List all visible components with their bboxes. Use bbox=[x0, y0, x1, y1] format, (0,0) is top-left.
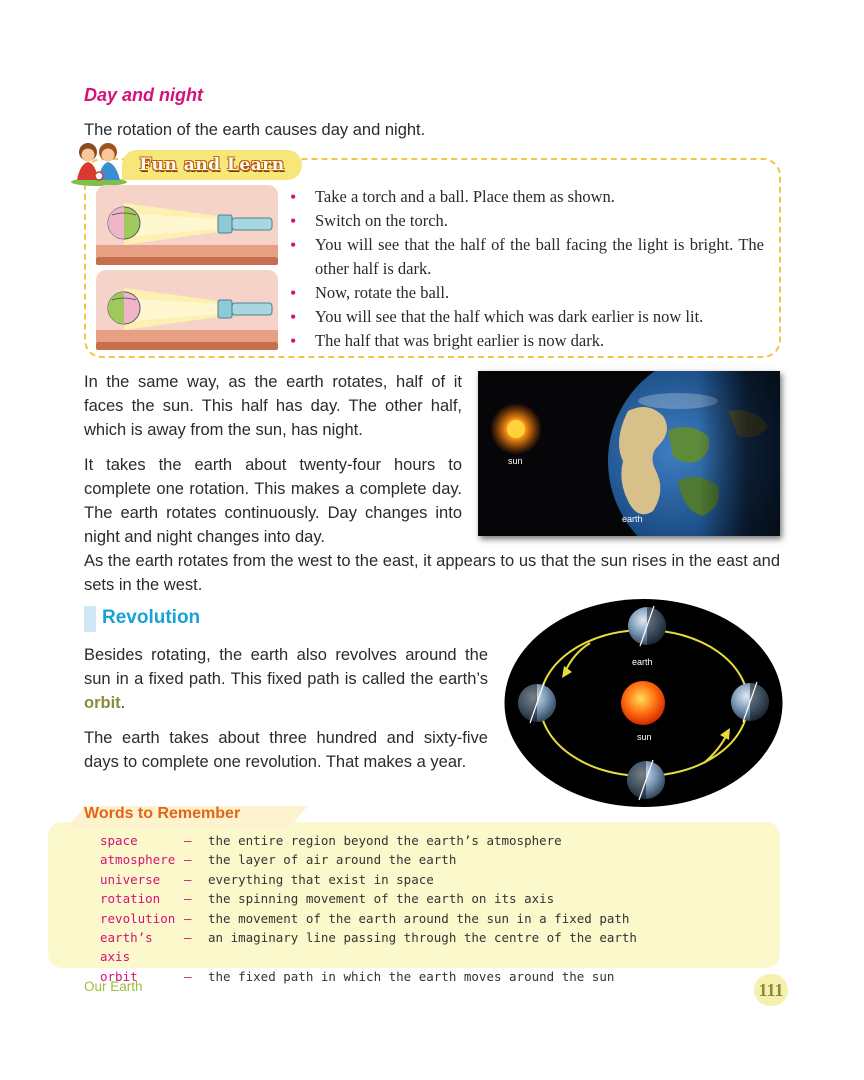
paragraph-east-west: As the earth rotates from the west to th… bbox=[84, 552, 780, 594]
paragraph-year: The earth takes about three hundred and … bbox=[84, 729, 488, 771]
word-term: atmosphere bbox=[100, 852, 176, 868]
earth-orbit-diagram: earth sun bbox=[504, 599, 783, 807]
page-number: 111 bbox=[754, 974, 788, 1006]
orbit-term: orbit bbox=[84, 694, 121, 712]
diagram-sun-label: sun bbox=[637, 732, 652, 742]
paragraph-rotation-day-night: In the same way, as the earth rotates, h… bbox=[84, 373, 462, 439]
word-dash: – bbox=[184, 871, 192, 887]
word-row: atmosphere – the layer of air around the e… bbox=[100, 850, 637, 869]
photo-sun-label: sun bbox=[508, 456, 523, 466]
kids-illustration-icon bbox=[71, 143, 127, 186]
paragraph-revolution: Besides rotating, the earth also revolve… bbox=[84, 643, 488, 715]
word-definition: the fixed path in which the earth moves … bbox=[208, 968, 615, 984]
word-dash: – bbox=[184, 891, 192, 907]
diagram-earth-label: earth bbox=[632, 657, 653, 667]
fun-item-2: Switch on the torch. bbox=[290, 209, 764, 233]
day-night-heading: Day and night bbox=[84, 85, 204, 105]
word-definition: the entire region beyond the earth’s atm… bbox=[208, 833, 562, 848]
fun-and-learn-list: Take a torch and a ball. Place them as s… bbox=[290, 185, 764, 353]
word-definition: the movement of the earth around the sun… bbox=[208, 910, 630, 926]
fun-item-1: Take a torch and a ball. Place them as s… bbox=[290, 185, 764, 209]
word-definition: the layer of air around the earth bbox=[208, 852, 457, 868]
word-dash: – bbox=[184, 968, 192, 984]
fun-item-3: You will see that the half of the ball f… bbox=[290, 233, 764, 281]
word-term: space bbox=[100, 833, 138, 848]
word-row: earth’s axis – an imaginary line passing t… bbox=[100, 928, 637, 967]
sun-earth-photo: sun earth bbox=[478, 371, 780, 536]
paragraph-twenty-four-hours: It takes the earth about twenty-four hou… bbox=[84, 456, 462, 546]
word-definition: everything that exist in space bbox=[208, 871, 434, 887]
words-to-remember-heading: Words to Remember bbox=[84, 805, 241, 822]
revolution-heading: Revolution bbox=[102, 607, 201, 628]
word-dash: – bbox=[184, 852, 192, 868]
word-row: space – the entire region beyond the earth… bbox=[100, 831, 637, 850]
fun-item-6: The half that was bright earlier is now … bbox=[290, 329, 764, 353]
photo-earth-label: earth bbox=[622, 514, 643, 524]
word-row: revolution – the movement of the earth aro… bbox=[100, 909, 637, 928]
revolution-text-start: Besides rotating, the earth also revolve… bbox=[84, 646, 488, 688]
word-term: universe bbox=[100, 871, 161, 887]
word-row: orbit – the fixed path in which the earth … bbox=[100, 967, 637, 986]
word-row: rotation – the spinning movement of the ea… bbox=[100, 889, 637, 908]
fun-and-learn-title: Fun and Learn bbox=[139, 155, 285, 175]
fun-item-4: Now, rotate the ball. bbox=[290, 281, 764, 305]
torch-ball-illustration-2 bbox=[96, 270, 278, 350]
footer-chapter-name: Our Earth bbox=[84, 979, 143, 994]
torch-ball-illustration-1 bbox=[96, 185, 278, 265]
word-definition: the spinning movement of the earth on it… bbox=[208, 891, 555, 907]
words-to-remember-list: space – the entire region beyond the earth… bbox=[100, 831, 637, 986]
word-term: rotation bbox=[100, 891, 161, 907]
word-term: earth’s axis bbox=[100, 930, 153, 965]
intro-sentence: The rotation of the earth causes day and… bbox=[84, 121, 426, 139]
word-dash: – bbox=[184, 910, 192, 926]
fun-item-5: You will see that the half which was dar… bbox=[290, 305, 764, 329]
fun-and-learn-tag: Fun and Learn bbox=[122, 150, 302, 180]
word-dash: – bbox=[184, 930, 192, 946]
revolution-heading-bar bbox=[84, 606, 96, 632]
word-definition: an imaginary line passing through the ce… bbox=[208, 930, 637, 946]
word-row: universe – everything that exist in space bbox=[100, 870, 637, 889]
revolution-text-end: . bbox=[120, 694, 126, 712]
word-term: revolution bbox=[100, 910, 176, 926]
word-dash: – bbox=[184, 833, 192, 848]
